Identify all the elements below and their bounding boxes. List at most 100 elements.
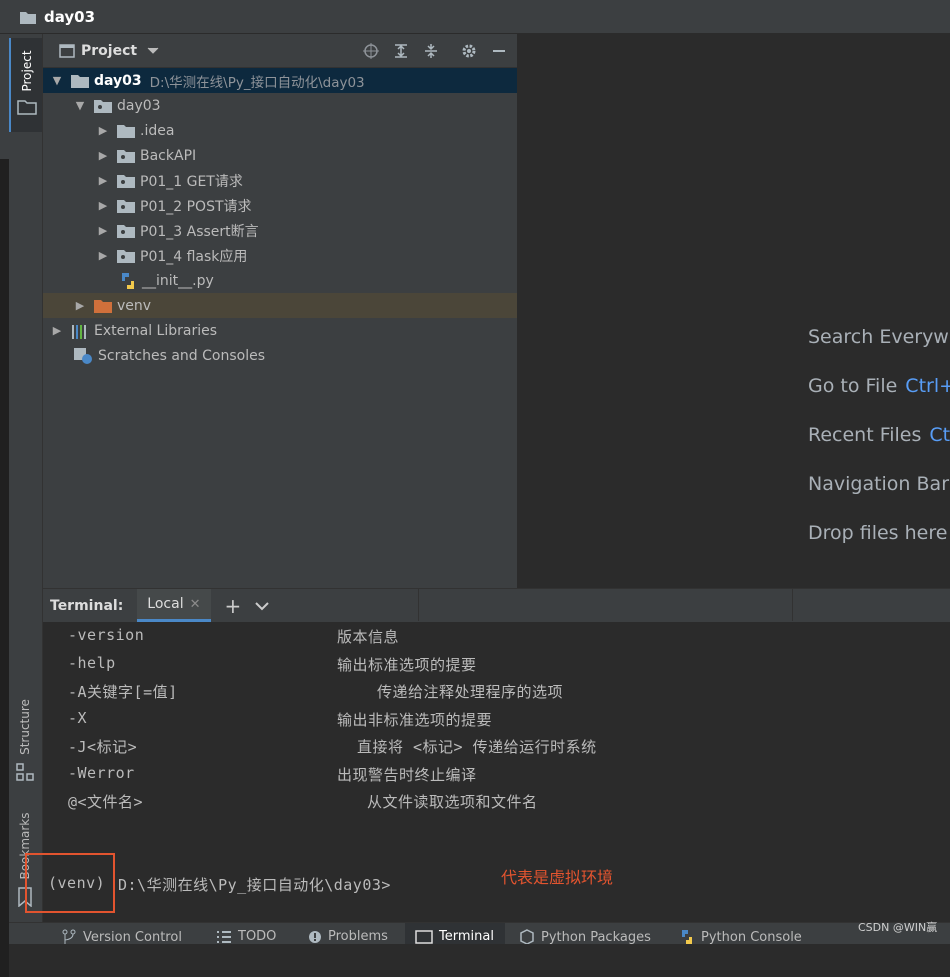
venv-highlight-box (25, 853, 115, 913)
tree-item[interactable]: ▶ P01_4 flask应用 (43, 243, 517, 268)
tree-item[interactable]: ▼ day03 (43, 93, 517, 118)
chevron-right-icon[interactable]: ▶ (97, 199, 109, 212)
tree-item-root[interactable]: ▼ day03 D:\华测在线\Py_接口自动化\day03 (43, 68, 517, 93)
tree-item-label: Scratches and Consoles (98, 347, 265, 364)
scratches-icon (74, 347, 92, 364)
bottom-tab-version-control[interactable]: Version Control (61, 929, 182, 944)
chevron-down-icon[interactable] (255, 601, 269, 611)
left-tool-strip: Project Structure Bookmarks (9, 34, 43, 943)
folder-icon (117, 124, 135, 138)
chevron-right-icon[interactable]: ▶ (74, 299, 86, 312)
locate-icon[interactable] (363, 42, 379, 59)
tree-item-path: D:\华测在线\Py_接口自动化\day03 (149, 74, 365, 91)
bottom-tab-terminal[interactable]: Terminal (405, 923, 505, 944)
chevron-down-icon[interactable]: ▼ (51, 74, 63, 87)
package-folder-icon (117, 174, 135, 188)
branch-icon (62, 929, 76, 944)
bottom-tab-problems[interactable]: Problems (308, 929, 388, 944)
package-folder-icon (117, 249, 135, 263)
chevron-down-icon[interactable] (147, 47, 159, 55)
structure-icon (16, 763, 34, 781)
project-tool-tab-label: Project (20, 50, 34, 92)
tree-item[interactable]: ▶ P01_1 GET请求 (43, 168, 517, 193)
welcome-hint-text: Recent Files (808, 424, 922, 446)
welcome-hint-text: Drop files here (808, 522, 948, 544)
terminal-option-desc: 直接将 <标记> 传递给运行时系统 (357, 738, 597, 756)
terminal-tab-local[interactable]: Local ✕ (137, 589, 211, 622)
close-icon[interactable]: ✕ (190, 597, 201, 612)
welcome-hint: Recent Files Ctr (808, 424, 950, 446)
tree-item-venv[interactable]: ▶ venv (43, 293, 517, 318)
terminal-label: Terminal: (50, 597, 124, 614)
terminal-option: -Werror (68, 764, 135, 782)
excluded-folder-icon (94, 299, 112, 313)
folder-icon (71, 74, 89, 88)
left-edge (0, 34, 9, 977)
warning-icon (309, 930, 321, 943)
terminal-icon (415, 929, 433, 944)
bottom-tool-bar: Version Control TODO Problems Terminal P… (9, 922, 950, 944)
collapse-all-icon[interactable] (423, 43, 439, 59)
project-view-icon (59, 43, 75, 58)
terminal-option: -J<标记> (68, 738, 138, 756)
welcome-hint-shortcut: Ctr (929, 424, 950, 446)
terminal-output[interactable]: -version 版本信息 -help 输出标准选项的提要 -A关键字[=值] … (43, 622, 950, 922)
chevron-right-icon[interactable]: ▶ (97, 124, 109, 137)
chevron-right-icon[interactable]: ▶ (97, 174, 109, 187)
terminal-tab-label: Local (147, 596, 184, 612)
folder-icon (20, 11, 36, 24)
bottom-tab-label: Problems (328, 929, 388, 944)
bottom-tab-label: Python Console (701, 929, 802, 945)
tree-item[interactable]: ▶ .idea (43, 118, 517, 143)
chevron-right-icon[interactable]: ▶ (97, 149, 109, 162)
tree-item[interactable]: ▶ External Libraries (43, 318, 517, 343)
bottom-tab-python-packages[interactable]: Python Packages (519, 929, 651, 944)
chevron-right-icon[interactable]: ▶ (51, 324, 63, 337)
chevron-right-icon[interactable]: ▶ (97, 224, 109, 237)
package-folder-icon (117, 199, 135, 213)
tree-item[interactable]: ▶ BackAPI (43, 143, 517, 168)
title-bar: day03 (0, 0, 950, 34)
project-tree: ▼ day03 D:\华测在线\Py_接口自动化\day03 ▼ day03 ▶… (43, 68, 517, 368)
tree-item-label: __init__.py (142, 272, 214, 289)
chevron-right-icon[interactable]: ▶ (97, 249, 109, 262)
tree-item[interactable]: Scratches and Consoles (43, 343, 517, 368)
project-panel-title: Project (81, 42, 138, 59)
project-panel-header: Project (43, 34, 517, 68)
package-folder-icon (94, 99, 112, 113)
terminal-option-desc: 从文件读取选项和文件名 (367, 793, 538, 811)
chevron-down-icon[interactable]: ▼ (74, 99, 86, 112)
bottom-tab-todo[interactable]: TODO (216, 929, 276, 944)
python-icon (682, 930, 692, 944)
bottom-tab-label: Terminal (439, 929, 494, 944)
welcome-hint: Search Everywh (808, 326, 950, 348)
tree-item[interactable]: ▶ P01_3 Assert断言 (43, 218, 517, 243)
list-icon (217, 930, 231, 943)
libraries-icon (72, 324, 86, 339)
new-terminal-icon[interactable]: + (225, 594, 242, 618)
terminal-header: Terminal: Local ✕ + (43, 588, 950, 622)
tree-item[interactable]: ▶ P01_2 POST请求 (43, 193, 517, 218)
tree-item-label: P01_3 Assert断言 (140, 223, 259, 240)
welcome-hint: Navigation Bar (808, 473, 949, 495)
package-folder-icon (117, 149, 135, 163)
tree-item-label: day03 (117, 97, 161, 114)
annotation-text: 代表是虚拟环境 (501, 868, 614, 887)
window-title: day03 (44, 7, 96, 26)
terminal-prompt-path: D:\华测在线\Py_接口自动化\day03> (118, 876, 391, 894)
tree-item[interactable]: __init__.py (43, 268, 517, 293)
minimize-icon[interactable] (491, 43, 507, 59)
header-divider (792, 588, 793, 621)
terminal-option: -A关键字[=值] (68, 683, 178, 701)
tree-item-label: .idea (140, 122, 175, 139)
expand-all-icon[interactable] (393, 43, 409, 59)
gear-icon[interactable] (461, 43, 477, 59)
tree-item-label: venv (117, 297, 152, 314)
bottom-tab-python-console[interactable]: Python Console (679, 929, 802, 944)
project-tool-tab[interactable]: Project (9, 38, 42, 132)
terminal-option: @<文件名> (68, 793, 144, 811)
structure-tool-tab[interactable]: Structure (9, 694, 42, 804)
tree-item-label: P01_2 POST请求 (140, 198, 252, 215)
welcome-hint-text: Navigation Bar (808, 473, 950, 495)
welcome-hint-text: Go to File (808, 375, 898, 397)
